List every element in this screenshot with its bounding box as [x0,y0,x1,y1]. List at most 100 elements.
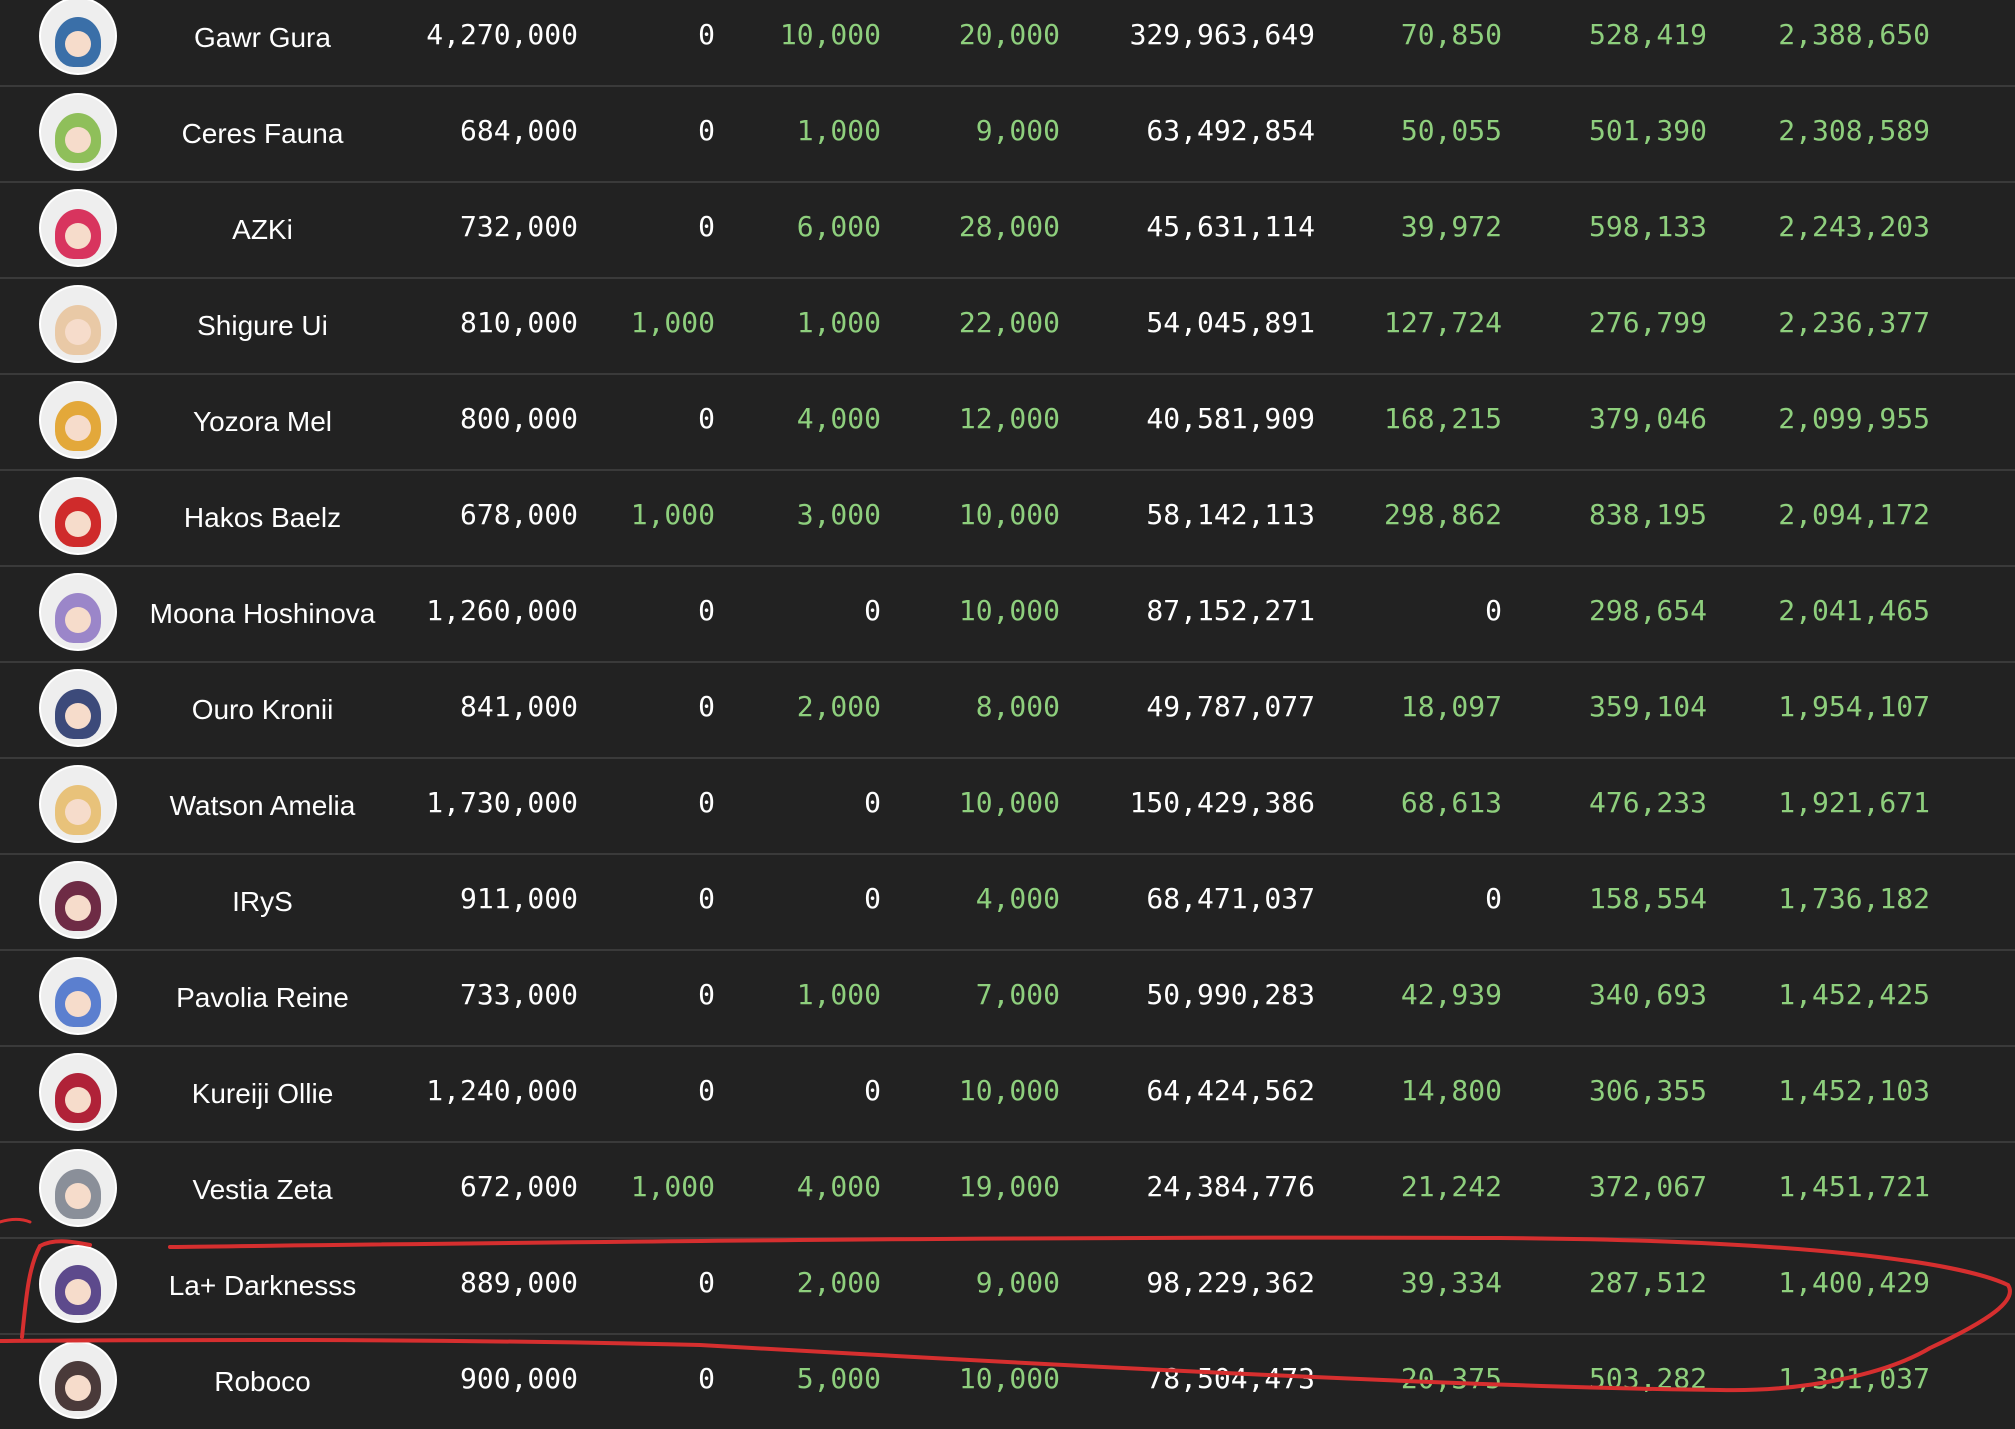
value-cell-2: 0 [698,210,715,243]
value-cell-3: 4,000 [796,1170,881,1203]
table-row[interactable]: Vestia Zeta 672,000 1,000 4,000 19,000 24,384… [0,1143,2015,1239]
roboco-avatar-icon[interactable] [41,1343,115,1417]
table-row[interactable]: Ceres Fauna 684,000 0 1,000 9,000 63,492,854 5… [0,87,2015,183]
table-row[interactable]: La+ Darknesss 889,000 0 2,000 9,000 98,229,36… [0,1239,2015,1335]
value-cell-4: 28,000 [958,210,1060,243]
table-row[interactable]: Ouro Kronii 841,000 0 2,000 8,000 49,787,077 1… [0,663,2015,759]
value-cell-6: 21,242 [1400,1170,1502,1203]
pavolia-reine-avatar-icon[interactable] [41,959,115,1033]
member-name[interactable]: Kureiji Ollie [135,1047,390,1141]
table-row[interactable]: AZKi 732,000 0 6,000 28,000 45,631,114 39,972 5… [0,183,2015,279]
member-name[interactable]: Roboco [135,1335,390,1429]
value-cell-6: 20,375 [1400,1362,1502,1395]
value-cell-6: 168,215 [1383,402,1502,435]
table-row[interactable]: IRyS 911,000 0 0 4,000 68,471,037 0 158,554 1,73… [0,855,2015,951]
value-cell-3: 5,000 [796,1362,881,1395]
value-cell-6: 298,862 [1383,498,1502,531]
gawr-gura-avatar-icon[interactable] [41,0,115,73]
value-cell-4: 10,000 [958,1074,1060,1107]
value-cell-2: 1,000 [630,306,715,339]
hakos-baelz-avatar-icon[interactable] [41,479,115,553]
value-cell-3: 10,000 [779,18,881,51]
value-cell-2: 0 [698,786,715,819]
value-cell-2: 0 [698,594,715,627]
value-cell-5: 54,045,891 [1146,306,1315,339]
member-name[interactable]: Ceres Fauna [135,87,390,181]
value-cell-8: 2,099,955 [1778,402,1930,435]
value-cell-2: 0 [698,402,715,435]
table-row[interactable]: Watson Amelia 1,730,000 0 0 10,000 150,429,38… [0,759,2015,855]
value-cell-8: 1,921,671 [1778,786,1930,819]
member-name[interactable]: Shigure Ui [135,279,390,373]
member-name[interactable]: Gawr Gura [135,0,390,85]
table-row[interactable]: Hakos Baelz 678,000 1,000 3,000 10,000 58,142… [0,471,2015,567]
value-cell-5: 40,581,909 [1146,402,1315,435]
value-cell-1: 4,270,000 [426,18,578,51]
value-cell-7: 528,419 [1588,18,1707,51]
member-name[interactable]: Moona Hoshinova [135,567,390,661]
member-name[interactable]: Pavolia Reine [135,951,390,1045]
member-name[interactable]: Hakos Baelz [135,471,390,565]
table-row[interactable]: Kureiji Ollie 1,240,000 0 0 10,000 64,424,562… [0,1047,2015,1143]
value-cell-5: 78,504,473 [1146,1362,1315,1395]
value-cell-1: 1,730,000 [426,786,578,819]
table-row[interactable]: Yozora Mel 800,000 0 4,000 12,000 40,581,909 1… [0,375,2015,471]
value-cell-4: 10,000 [958,786,1060,819]
value-cell-8: 1,400,429 [1778,1266,1930,1299]
irys-avatar-icon[interactable] [41,863,115,937]
value-cell-3: 3,000 [796,498,881,531]
value-cell-5: 58,142,113 [1146,498,1315,531]
value-cell-7: 503,282 [1588,1362,1707,1395]
table-row[interactable]: Gawr Gura 4,270,000 0 10,000 20,000 329,963,6… [0,0,2015,87]
value-cell-4: 8,000 [975,690,1060,723]
vestia-zeta-avatar-icon[interactable] [41,1151,115,1225]
value-cell-8: 2,041,465 [1778,594,1930,627]
value-cell-5: 63,492,854 [1146,114,1315,147]
value-cell-2: 0 [698,978,715,1011]
value-cell-5: 98,229,362 [1146,1266,1315,1299]
value-cell-8: 2,094,172 [1778,498,1930,531]
value-cell-4: 10,000 [958,498,1060,531]
value-cell-7: 501,390 [1588,114,1707,147]
table-row[interactable]: Roboco 900,000 0 5,000 10,000 78,504,473 20,37… [0,1335,2015,1429]
value-cell-7: 838,195 [1588,498,1707,531]
value-cell-3: 0 [864,594,881,627]
value-cell-6: 39,972 [1400,210,1502,243]
value-cell-6: 68,613 [1400,786,1502,819]
value-cell-6: 14,800 [1400,1074,1502,1107]
value-cell-8: 1,452,425 [1778,978,1930,1011]
value-cell-6: 127,724 [1383,306,1502,339]
value-cell-4: 10,000 [958,594,1060,627]
value-cell-5: 68,471,037 [1146,882,1315,915]
value-cell-7: 476,233 [1588,786,1707,819]
table-row[interactable]: Pavolia Reine 733,000 0 1,000 7,000 50,990,28… [0,951,2015,1047]
moona-hoshinova-avatar-icon[interactable] [41,575,115,649]
member-name[interactable]: Watson Amelia [135,759,390,853]
table-row[interactable]: Moona Hoshinova 1,260,000 0 0 10,000 87,152,2… [0,567,2015,663]
watson-amelia-avatar-icon[interactable] [41,767,115,841]
member-name[interactable]: IRyS [135,855,390,949]
value-cell-1: 1,240,000 [426,1074,578,1107]
ceres-fauna-avatar-icon[interactable] [41,95,115,169]
shigure-ui-avatar-icon[interactable] [41,287,115,361]
value-cell-4: 9,000 [975,1266,1060,1299]
azki-avatar-icon[interactable] [41,191,115,265]
value-cell-8: 1,391,037 [1778,1362,1930,1395]
value-cell-1: 810,000 [459,306,578,339]
value-cell-1: 900,000 [459,1362,578,1395]
value-cell-1: 889,000 [459,1266,578,1299]
member-name[interactable]: AZKi [135,183,390,277]
value-cell-2: 0 [698,114,715,147]
kureiji-ollie-avatar-icon[interactable] [41,1055,115,1129]
table-row[interactable]: Shigure Ui 810,000 1,000 1,000 22,000 54,045,… [0,279,2015,375]
value-cell-8: 2,243,203 [1778,210,1930,243]
value-cell-8: 1,452,103 [1778,1074,1930,1107]
member-name[interactable]: Yozora Mel [135,375,390,469]
ouro-kronii-avatar-icon[interactable] [41,671,115,745]
member-name[interactable]: Vestia Zeta [135,1143,390,1237]
value-cell-4: 9,000 [975,114,1060,147]
la-darknesss-avatar-icon[interactable] [41,1247,115,1321]
member-name[interactable]: La+ Darknesss [135,1239,390,1333]
member-name[interactable]: Ouro Kronii [135,663,390,757]
yozora-mel-avatar-icon[interactable] [41,383,115,457]
